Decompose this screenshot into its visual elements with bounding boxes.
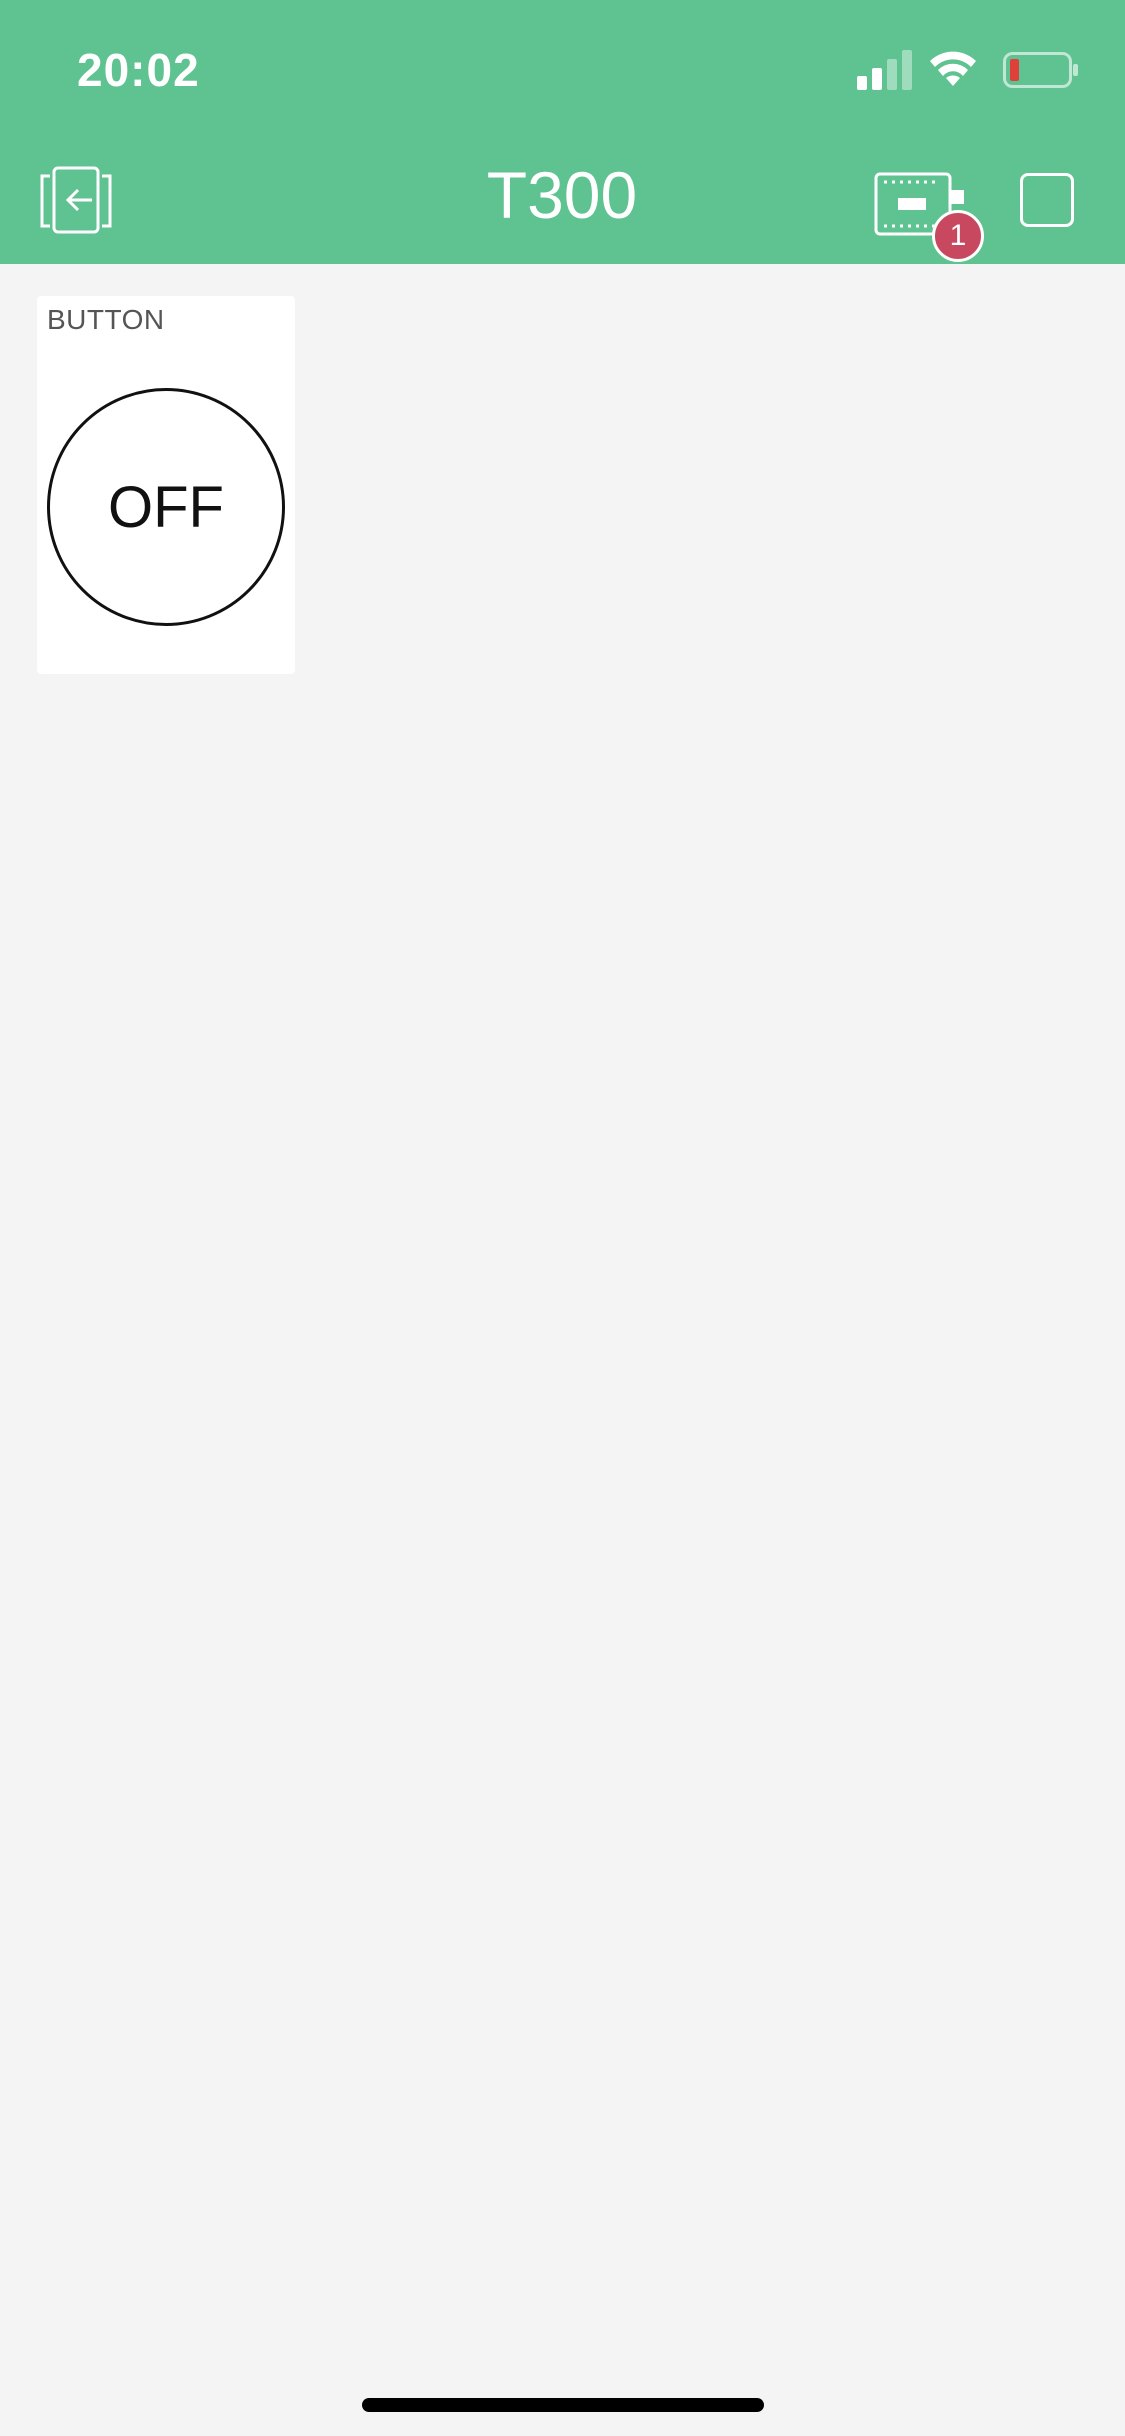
device-count-badge: 1 — [932, 210, 984, 262]
button-widget: BUTTON OFF — [37, 296, 295, 674]
exit-project-button[interactable] — [38, 166, 114, 236]
battery-icon — [1003, 52, 1078, 88]
cellular-signal-icon — [857, 50, 912, 90]
stop-square-icon[interactable] — [1020, 173, 1074, 227]
exit-project-icon — [40, 166, 112, 234]
widget-label: BUTTON — [47, 304, 165, 335]
project-title: T300 — [486, 158, 638, 232]
wifi-icon — [930, 51, 976, 86]
status-time: 20:02 — [77, 44, 200, 96]
toggle-state-text: OFF — [108, 474, 224, 540]
app-header: 20:02 T300 1 — [0, 0, 1125, 264]
home-indicator[interactable] — [362, 2398, 764, 2412]
toggle-button[interactable]: OFF — [47, 388, 285, 626]
